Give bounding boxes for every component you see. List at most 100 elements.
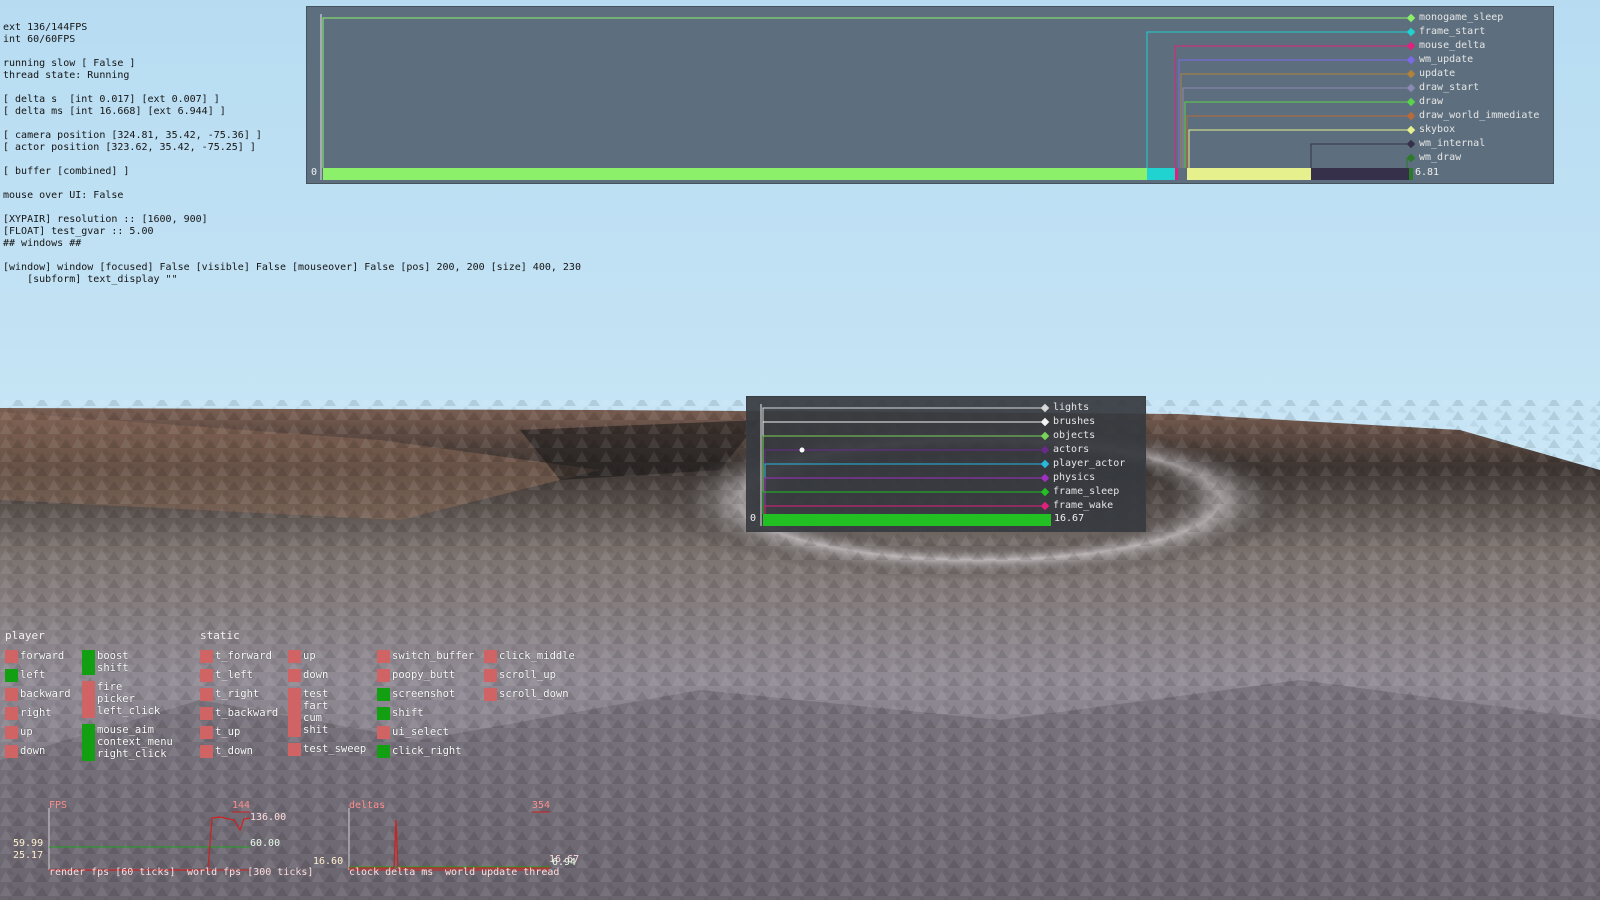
profiler-entry-label: frame_start bbox=[1419, 26, 1486, 37]
input-binding-label: scroll_down bbox=[499, 688, 569, 700]
profiler-diamond-icon bbox=[1040, 487, 1050, 497]
input-binding-label: t_left bbox=[215, 669, 253, 681]
input-state-indicator bbox=[82, 724, 95, 761]
fps-graph-peak-label: 144 bbox=[232, 800, 251, 811]
profiler-connector bbox=[764, 505, 1045, 514]
input-state-indicator bbox=[200, 707, 213, 720]
input-state-indicator bbox=[377, 688, 390, 701]
profiler-diamond-icon bbox=[1040, 473, 1050, 483]
input-state-indicator bbox=[200, 669, 213, 682]
profiler-connector bbox=[762, 407, 1045, 514]
profiler-connector bbox=[762, 491, 1045, 514]
input-state-indicator bbox=[484, 669, 497, 682]
profiler-connector bbox=[764, 449, 1045, 514]
world-profiler-zero-label: 0 bbox=[750, 513, 757, 524]
profiler-connector bbox=[322, 17, 1411, 168]
input-binding-label: t_down bbox=[215, 745, 253, 757]
profiler-bar-segment bbox=[323, 168, 1147, 180]
deltas-graph-legend-clock: clock delta ms bbox=[349, 867, 434, 878]
input-binding-label: mouse_aim context_menu right_click bbox=[97, 724, 173, 760]
profiler-diamond-icon bbox=[1040, 417, 1050, 427]
fps-graph-legend-render: render fps [60 ticks] bbox=[49, 867, 176, 878]
profiler-entry-label: physics bbox=[1053, 472, 1096, 483]
input-binding-label: down bbox=[20, 745, 46, 757]
input-state-indicator bbox=[200, 650, 213, 663]
profiler-diamond-icon bbox=[1040, 459, 1050, 469]
profiler-bar-segment bbox=[763, 514, 1051, 526]
profiler-diamond-icon bbox=[1406, 139, 1416, 149]
fps-graph-mid-label: 60.00 bbox=[250, 838, 281, 849]
frame-profiler-zero-label: 0 bbox=[311, 167, 318, 178]
input-binding-label: down bbox=[303, 669, 329, 681]
input-state-indicator bbox=[200, 688, 213, 701]
input-state-indicator bbox=[5, 726, 18, 739]
profiler-entry-label: skybox bbox=[1419, 124, 1456, 135]
profiler-connector bbox=[1188, 129, 1411, 168]
input-binding-label: shift bbox=[392, 707, 424, 719]
input-state-indicator bbox=[5, 745, 18, 758]
input-state-indicator bbox=[5, 650, 18, 663]
input-state-indicator bbox=[288, 743, 301, 756]
profiler-entry-label: wm_update bbox=[1419, 54, 1474, 65]
debug-line: [FLOAT] test_gvar :: 5.00 bbox=[3, 226, 154, 237]
debug-line: [subform] text_display "" bbox=[3, 274, 178, 285]
input-binding-label: test_sweep bbox=[303, 743, 367, 755]
input-state-indicator bbox=[288, 688, 301, 737]
input-binding-label: fire picker left_click bbox=[97, 681, 161, 717]
fps-graph-title: FPS bbox=[49, 800, 68, 811]
input-binding-label: click_right bbox=[392, 745, 462, 757]
debug-line: mouse over UI: False bbox=[3, 190, 124, 201]
profiler-entry-label: wm_internal bbox=[1419, 138, 1486, 149]
profiler-bar-segment bbox=[1147, 168, 1175, 180]
profiler-diamond-icon bbox=[1406, 41, 1416, 51]
profiler-entry-label: mouse_delta bbox=[1419, 40, 1486, 51]
input-binding-label: left bbox=[20, 669, 46, 681]
input-binding-label: poopy_butt bbox=[392, 669, 456, 681]
input-binding-label: right bbox=[20, 707, 52, 719]
profiler-entry-label: actors bbox=[1053, 444, 1090, 455]
profiler-bar-segment bbox=[1409, 168, 1413, 180]
profiler-diamond-icon bbox=[1406, 97, 1416, 107]
profiler-connector bbox=[1178, 59, 1411, 168]
debug-line: ## windows ## bbox=[3, 238, 82, 249]
profiler-entry-label: update bbox=[1419, 68, 1456, 79]
profiler-entry-label: lights bbox=[1053, 402, 1090, 413]
input-state-indicator bbox=[377, 726, 390, 739]
profiler-diamond-icon bbox=[1040, 403, 1050, 413]
frame-profiler-panel: 0 6.81 monogame_sleep frame_start mouse_de… bbox=[306, 6, 1554, 184]
profiler-entry-label: draw bbox=[1419, 96, 1444, 107]
input-state-indicator bbox=[377, 669, 390, 682]
input-state-indicator bbox=[200, 726, 213, 739]
input-state-indicator bbox=[82, 650, 95, 675]
profiler-entry-label: frame_sleep bbox=[1053, 486, 1120, 497]
input-state-indicator bbox=[200, 745, 213, 758]
input-state-indicator bbox=[288, 650, 301, 663]
input-state-indicator bbox=[82, 681, 95, 718]
fps-graph-render-line bbox=[49, 816, 251, 871]
input-state-indicator bbox=[377, 707, 390, 720]
input-state-indicator bbox=[484, 688, 497, 701]
input-binding-label: up bbox=[20, 726, 33, 738]
debug-line: [window] window [focused] False [visible… bbox=[3, 262, 581, 273]
profiler-bar-segment bbox=[1187, 168, 1311, 180]
deltas-graph-clock-line bbox=[349, 819, 550, 869]
profiler-connector bbox=[1174, 45, 1411, 168]
deltas-graph-left-label: 16.60 bbox=[313, 856, 344, 867]
profiler-connector bbox=[764, 477, 1045, 514]
input-state-indicator bbox=[377, 745, 390, 758]
deltas-graph-legend-world: world update thread bbox=[445, 867, 560, 878]
input-binding-label: forward bbox=[20, 650, 65, 662]
input-binding-label: backward bbox=[20, 688, 71, 700]
fps-graph-current-label: 136.00 bbox=[250, 812, 287, 823]
profiler-diamond-icon bbox=[1040, 501, 1050, 511]
profiler-entry-label: objects bbox=[1053, 430, 1096, 441]
profiler-connector bbox=[1184, 101, 1411, 168]
input-binding-label: up bbox=[303, 650, 316, 662]
input-binding-label: t_right bbox=[215, 688, 260, 700]
debug-line bbox=[3, 250, 581, 262]
input-binding-label: t_forward bbox=[215, 650, 272, 662]
profiler-entry-label: draw_start bbox=[1419, 82, 1480, 93]
fps-graph-left-bottom-label: 25.17 bbox=[13, 850, 44, 861]
frame-profiler-graph bbox=[320, 13, 1416, 180]
profiler-entry-label: brushes bbox=[1053, 416, 1096, 427]
